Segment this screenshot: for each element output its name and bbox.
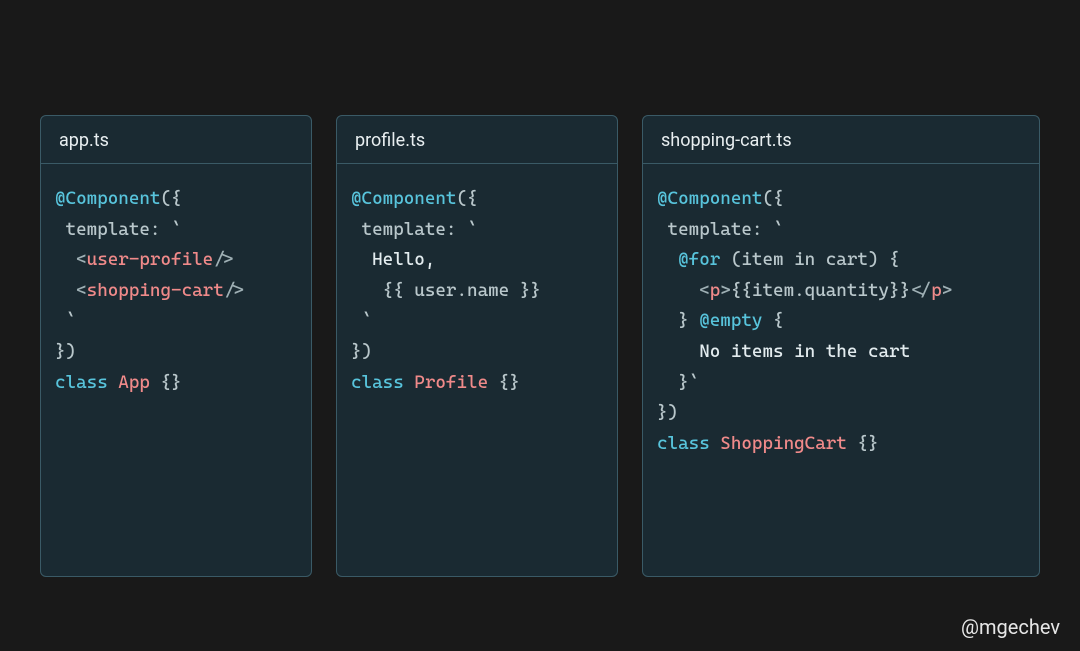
html-seg: </ [910,280,931,301]
template-text: Hello, [372,249,435,270]
html-seg: < [699,280,710,301]
panel-shopping-cart-filename: shopping-cart.ts [643,116,1039,164]
panel-app-filename: app.ts [41,116,311,164]
template-key: template [668,219,752,240]
decorator-open: ({ [160,188,181,209]
ctrl-for: @for [678,249,720,270]
class-body: {} [847,433,879,454]
panel-profile: profile.ts @Component({ template: ` Hell… [336,115,618,577]
tag-close: /> [224,280,245,301]
panel-profile-code: @Component({ template: ` Hello, {{ user.… [337,164,617,412]
panel-profile-filename: profile.ts [337,116,617,164]
html-seg: p [710,280,721,301]
panel-shopping-cart-code: @Component({ template: ` @for (item in c… [643,164,1039,473]
class-name: Profile [414,372,488,393]
class-name: ShoppingCart [720,433,847,454]
class-keyword: class [351,372,404,393]
ctrl-for-rest: (item in cart) { [720,249,899,270]
decorator-close: }) [55,341,76,362]
template-mustache: {{ user.name }} [383,280,541,301]
panel-app-code: @Component({ template: ` <user-profile/>… [41,164,311,412]
ctrl-open: { [773,310,784,331]
html-seg: > [720,280,731,301]
template-end: ` [362,310,373,331]
tag-name: shopping-cart [87,280,224,301]
author-handle: @mgechev [961,615,1060,639]
class-name: App [118,372,150,393]
template-key: template [362,219,446,240]
template-key: template [66,219,150,240]
decorator-open: ({ [456,188,477,209]
decorator: @Component [55,188,160,209]
template-colon: : ` [752,219,784,240]
html-seg: > [942,280,953,301]
class-keyword: class [55,372,108,393]
tag-name: user-profile [87,249,214,270]
html-seg: p [931,280,942,301]
class-keyword: class [657,433,710,454]
ctrl-close: } [678,310,689,331]
panel-shopping-cart: shopping-cart.ts @Component({ template: … [642,115,1040,577]
tag-open: < [76,249,87,270]
ctrl-empty: @empty [699,310,762,331]
decorator: @Component [351,188,456,209]
template-colon: : ` [446,219,478,240]
decorator-close: }) [351,341,372,362]
html-seg: {{item.quantity}} [731,280,910,301]
template-close-tick: }` [678,372,699,393]
slide: app.ts @Component({ template: ` <user-pr… [0,0,1080,651]
class-body: {} [488,372,520,393]
panels-row: app.ts @Component({ template: ` <user-pr… [40,115,1040,577]
tag-close: /> [213,249,234,270]
tag-open: < [76,280,87,301]
decorator: @Component [657,188,762,209]
class-body: {} [150,372,182,393]
template-text: No items in the cart [699,341,910,362]
decorator-close: }) [657,402,678,423]
decorator-open: ({ [762,188,783,209]
template-colon: : ` [150,219,182,240]
panel-app: app.ts @Component({ template: ` <user-pr… [40,115,312,577]
template-end: ` [66,310,77,331]
